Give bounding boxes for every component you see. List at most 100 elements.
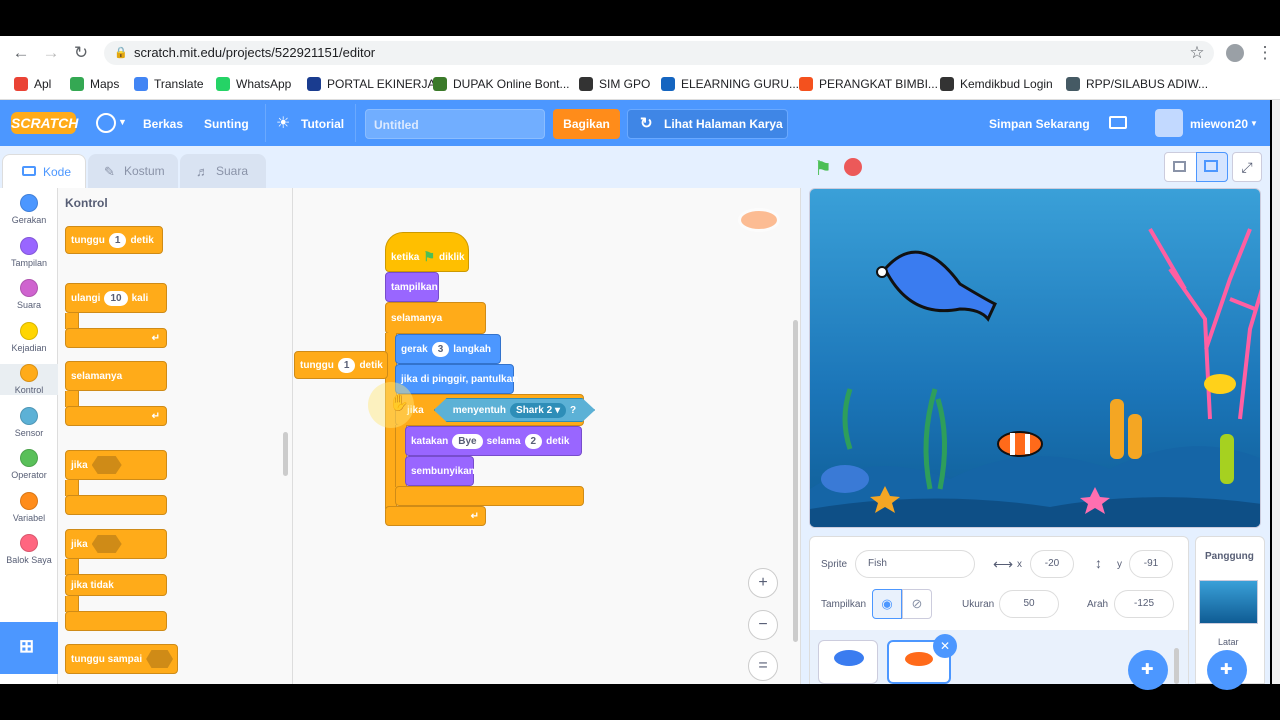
bookmark-item[interactable]: ELEARNING GURU... [661, 76, 799, 92]
if-block[interactable]: jika [65, 450, 167, 480]
bookmark-item[interactable]: Apl [14, 76, 51, 92]
project-title-input[interactable]: Untitled [365, 109, 545, 139]
zoom-reset-button[interactable]: = [748, 651, 778, 681]
palette-scrollbar[interactable] [283, 432, 288, 476]
block-label: ketika [391, 251, 420, 263]
bookmark-item[interactable]: SIM GPO [579, 76, 650, 92]
wait-block[interactable]: tunggu 1 detik [65, 226, 163, 254]
block-input[interactable]: 1 [108, 232, 127, 248]
menu-file[interactable]: Berkas [143, 117, 183, 131]
block-input[interactable]: 2 [524, 433, 543, 449]
bookmark-favicon-icon [940, 77, 954, 91]
block-input[interactable]: 3 [431, 341, 450, 357]
bookmark-item[interactable]: Translate [134, 76, 204, 92]
size-input[interactable]: 50 [999, 590, 1059, 618]
bookmark-item[interactable]: PERANGKAT BIMBI... [799, 76, 938, 92]
back-icon[interactable]: ← [12, 44, 30, 62]
category-balok-saya[interactable]: Balok Saya [4, 534, 54, 565]
bounce-on-edge-block[interactable]: jika di pinggir, pantulkan [395, 364, 518, 394]
zoom-in-button[interactable]: + [748, 568, 778, 598]
forward-icon[interactable]: → [42, 44, 60, 62]
touching-block[interactable]: menyentuh Shark 2 ▾? [433, 398, 596, 422]
category-sensor[interactable]: Sensor [4, 406, 54, 438]
backdrop-thumbnail[interactable] [1199, 580, 1258, 624]
block-input[interactable]: Bye [452, 433, 483, 449]
reload-icon[interactable]: ↻ [72, 44, 90, 62]
menu-tutorial[interactable]: Tutorial [301, 117, 344, 131]
if-else-block[interactable]: jika [65, 529, 167, 559]
if-block[interactable]: jika menyentuh Shark 2 ▾? [395, 394, 596, 426]
kebab-menu-icon[interactable]: ⋮ [1256, 44, 1274, 62]
say-for-secs-block[interactable]: katakan Bye selama 2 detik [405, 426, 582, 456]
y-position-input[interactable]: -91 [1129, 550, 1173, 578]
tab-sound[interactable]: Suara [180, 154, 266, 188]
block-label: tunggu sampai [71, 653, 143, 665]
forever-block[interactable]: selamanya [65, 361, 167, 391]
category-variabel[interactable]: Variabel [4, 491, 54, 523]
touching-target-dropdown[interactable]: Shark 2 ▾ [510, 402, 566, 418]
repeat-block[interactable]: ulangi 10 kali [65, 283, 167, 313]
page-scrollbar[interactable] [1272, 100, 1280, 684]
category-kejadian[interactable]: Kejadian [4, 321, 54, 353]
sprite-thumbnail-watermark [738, 208, 780, 232]
hide-sprite-eye-slash-icon[interactable]: ⊘ [902, 589, 932, 619]
boolean-slot[interactable] [91, 456, 122, 474]
block-input[interactable]: 1 [337, 357, 356, 373]
bookmark-item[interactable]: PORTAL EKINERJA [307, 76, 435, 92]
star-icon[interactable]: ☆ [1188, 44, 1206, 62]
trash-icon[interactable]: ✕ [933, 634, 957, 658]
move-steps-block[interactable]: gerak 3 langkah [395, 334, 501, 364]
block-label: tampilkan [391, 281, 438, 293]
username[interactable]: miewon20 [1190, 117, 1248, 131]
bookmark-item[interactable]: DUPAK Online Bont... [433, 76, 570, 92]
wait-until-block[interactable]: tunggu sampai [65, 644, 178, 674]
profile-icon[interactable] [1226, 44, 1244, 62]
script-scrollbar[interactable] [793, 320, 798, 642]
share-button[interactable]: Bagikan [553, 109, 620, 139]
block-input[interactable]: 10 [104, 290, 128, 306]
direction-input[interactable]: -125 [1114, 590, 1174, 618]
fullscreen-icon[interactable]: ⤢ [1232, 152, 1262, 182]
green-flag-button[interactable]: ⚑ [814, 156, 832, 181]
x-position-input[interactable]: -20 [1030, 550, 1074, 578]
block-label: selama [486, 435, 521, 447]
category-label: Operator [11, 470, 47, 480]
folder-icon[interactable] [1109, 116, 1127, 129]
show-block[interactable]: tampilkan [385, 272, 439, 302]
hide-block[interactable]: sembunyikan [405, 456, 475, 486]
bookmark-item[interactable]: RPP/SILABUS ADIW... [1066, 76, 1208, 92]
menu-edit[interactable]: Sunting [204, 117, 249, 131]
boolean-slot[interactable] [91, 535, 122, 553]
category-suara[interactable]: Suara [4, 279, 54, 310]
bookmark-favicon-icon [1066, 77, 1080, 91]
sprite-list-scrollbar[interactable] [1174, 648, 1179, 684]
category-tampilan[interactable]: Tampilan [4, 236, 54, 268]
save-now-button[interactable]: Simpan Sekarang [989, 117, 1090, 131]
if-else-block-end [65, 611, 167, 631]
tab-costume[interactable]: Kostum [88, 154, 178, 188]
bookmark-item[interactable]: Kemdikbud Login [940, 76, 1053, 92]
zoom-out-button[interactable]: − [748, 610, 778, 640]
speaker-icon: ♬ [196, 164, 209, 179]
loose-wait-block[interactable]: tunggu 1 detik [294, 351, 388, 379]
category-operator[interactable]: Operator [4, 449, 54, 480]
small-stage-icon[interactable] [1173, 161, 1186, 172]
sprite-name-input[interactable]: Fish [855, 550, 975, 578]
tab-code[interactable]: Kode [2, 154, 86, 188]
bookmark-item[interactable]: WhatsApp [216, 76, 291, 92]
show-sprite-eye-icon[interactable]: ◉ [872, 589, 902, 619]
block-label: menyentuh [452, 404, 507, 416]
bookmark-label: PORTAL EKINERJA [327, 77, 436, 91]
globe-icon[interactable] [96, 113, 116, 133]
avatar[interactable] [1155, 109, 1183, 137]
scratch-logo[interactable]: SCRATCH [11, 112, 78, 134]
category-kontrol[interactable]: Kontrol [0, 364, 58, 395]
direction-label: Arah [1087, 599, 1109, 610]
stop-button[interactable] [844, 158, 862, 176]
category-gerakan[interactable]: Gerakan [4, 194, 54, 225]
forever-block[interactable]: selamanya [385, 302, 486, 334]
when-flag-clicked-block[interactable]: ketika ⚑ diklik [385, 232, 469, 272]
bookmark-item[interactable]: Maps [70, 76, 119, 92]
boolean-slot[interactable] [146, 650, 173, 668]
stage-canvas[interactable] [809, 188, 1261, 528]
